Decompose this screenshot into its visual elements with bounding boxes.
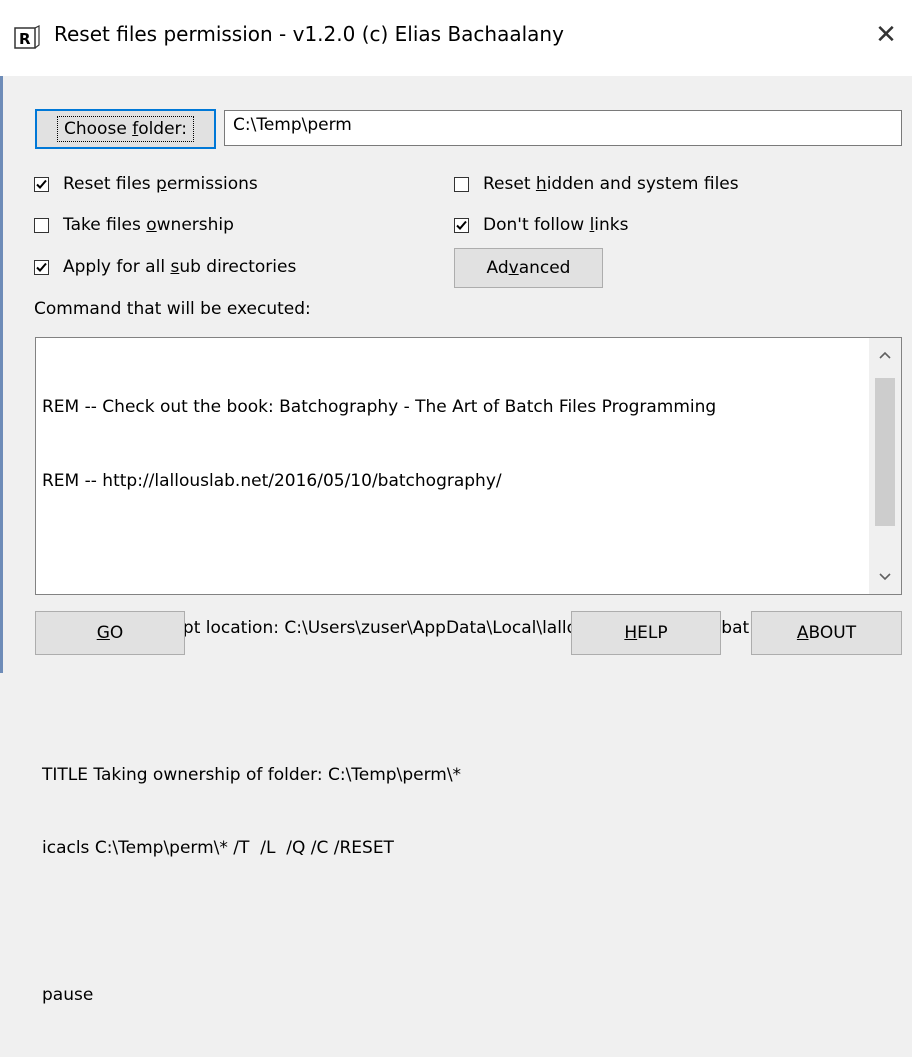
command-line: icacls C:\Temp\perm\* /T /L /Q /C /RESET xyxy=(42,838,394,858)
take-ownership-checkbox[interactable]: Take files ownership xyxy=(34,215,234,235)
command-line xyxy=(42,910,749,935)
apply-subdirs-label: Apply for all sub directories xyxy=(63,257,297,277)
window-border xyxy=(0,76,3,673)
command-line xyxy=(42,689,749,714)
vertical-scrollbar[interactable] xyxy=(869,338,901,594)
checkmark-icon xyxy=(36,179,47,189)
reset-permissions-label: Reset files permissions xyxy=(63,174,258,194)
command-textarea[interactable]: REM -- Check out the book: Batchography … xyxy=(35,337,902,1005)
checkbox-box xyxy=(34,176,49,192)
checkbox-box xyxy=(34,259,49,275)
choose-folder-button[interactable]: Choose folder: xyxy=(35,109,216,149)
go-label: GO xyxy=(96,623,124,643)
dont-follow-links-label: Don't follow links xyxy=(483,215,629,235)
close-icon: ✕ xyxy=(875,20,897,50)
command-line: REM -- http://lallouslab.net/2016/05/10/… xyxy=(42,470,502,491)
dont-follow-links-checkbox[interactable]: Don't follow links xyxy=(454,215,629,235)
go-button[interactable]: GO xyxy=(35,611,185,655)
reset-hidden-checkbox[interactable]: Reset hidden and system files xyxy=(454,174,739,194)
command-line: pause xyxy=(42,985,94,1005)
title-bar: R Reset files permission - v1.2.0 (c) El… xyxy=(0,0,912,76)
command-line: REM -- Check out the book: Batchography … xyxy=(42,397,717,417)
scroll-down-button[interactable] xyxy=(869,560,901,594)
apply-subdirs-checkbox[interactable]: Apply for all sub directories xyxy=(34,257,296,277)
about-label: ABOUT xyxy=(796,623,857,643)
choose-folder-label: Choose folder: xyxy=(57,116,194,142)
command-line xyxy=(42,542,749,567)
take-ownership-label: Take files ownership xyxy=(63,215,234,235)
folder-path-input[interactable]: C:\Temp\perm xyxy=(224,110,902,146)
advanced-label: Advanced xyxy=(486,258,571,278)
about-button[interactable]: ABOUT xyxy=(751,611,902,655)
scroll-thumb[interactable] xyxy=(875,378,895,526)
close-button[interactable]: ✕ xyxy=(866,18,906,52)
checkbox-box xyxy=(34,217,49,233)
checkbox-box xyxy=(454,217,469,233)
advanced-button[interactable]: Advanced xyxy=(454,248,603,288)
command-label: Command that will be executed: xyxy=(34,299,311,319)
chevron-down-icon xyxy=(879,573,891,581)
window-title: Reset files permission - v1.2.0 (c) Elia… xyxy=(54,22,564,46)
help-button[interactable]: HELP xyxy=(571,611,721,655)
checkmark-icon xyxy=(36,262,47,272)
reset-hidden-label: Reset hidden and system files xyxy=(483,174,739,194)
app-r-icon: R xyxy=(14,25,40,49)
chevron-up-icon xyxy=(879,351,891,359)
help-label: HELP xyxy=(624,623,668,643)
checkmark-icon xyxy=(456,220,467,230)
reset-permissions-checkbox[interactable]: Reset files permissions xyxy=(34,174,258,194)
command-lines: REM -- Check out the book: Batchography … xyxy=(42,346,749,1057)
command-line: TITLE Taking ownership of folder: C:\Tem… xyxy=(42,764,462,785)
checkbox-box xyxy=(454,176,469,192)
svg-text:R: R xyxy=(19,30,31,48)
scroll-up-button[interactable] xyxy=(869,338,901,372)
